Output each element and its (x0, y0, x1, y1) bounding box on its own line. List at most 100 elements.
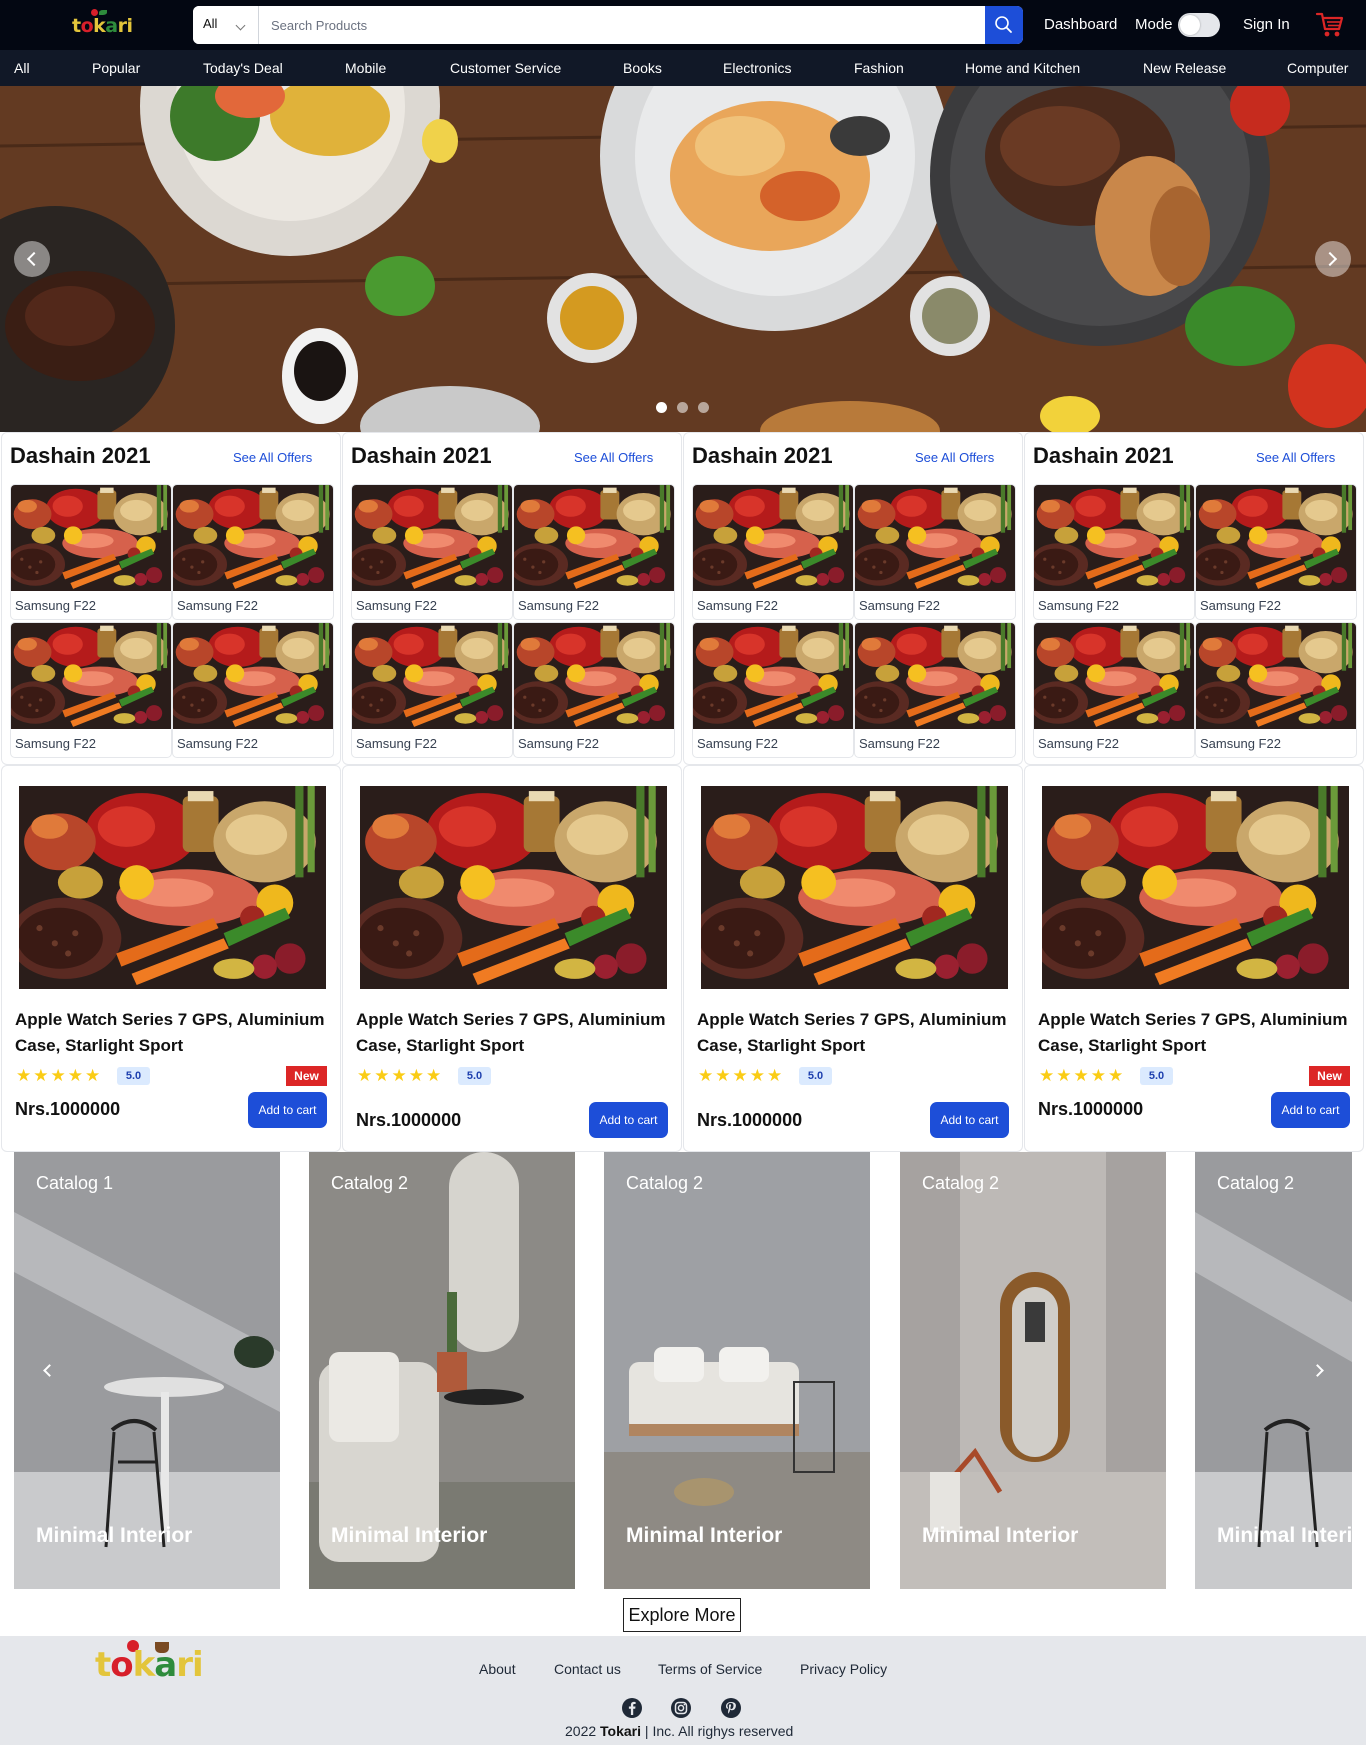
search-bar: All (193, 6, 1023, 44)
tile-caption: Samsung F22 (697, 598, 778, 613)
copyright-year: 2022 (565, 1723, 597, 1739)
offer-tile[interactable]: Samsung F22 (854, 484, 1016, 620)
nav-item-new-release[interactable]: New Release (1143, 50, 1226, 86)
tile-image (352, 485, 512, 591)
nav-item-books[interactable]: Books (623, 50, 662, 86)
copyright-text: 2022 Tokari | Inc. All righys reserved (565, 1723, 793, 1739)
offer-tile[interactable]: Samsung F22 (513, 622, 675, 758)
see-all-offers-link[interactable]: See All Offers (233, 450, 312, 465)
nav-item-electronics[interactable]: Electronics (723, 50, 791, 86)
catalog-prev-button[interactable] (38, 1361, 58, 1381)
nav-item-customer-service[interactable]: Customer Service (450, 50, 561, 86)
star-rating-icon: ★★★★★ (1039, 1066, 1126, 1085)
footer-link-terms[interactable]: Terms of Service (658, 1661, 762, 1677)
tile-image (11, 623, 171, 729)
hero-dot-1[interactable] (656, 402, 667, 413)
catalog-card-2[interactable]: Catalog 2 Minimal Interior (309, 1152, 575, 1589)
nav-item-all[interactable]: All (14, 50, 30, 86)
rating-badge: 5.0 (799, 1067, 832, 1085)
product-price: Nrs.1000000 (356, 1110, 462, 1130)
rating-badge: 5.0 (458, 1067, 491, 1085)
offer-tile[interactable]: Samsung F22 (351, 622, 513, 758)
offer-tile[interactable]: Samsung F22 (692, 484, 854, 620)
see-all-offers-link[interactable]: See All Offers (1256, 450, 1335, 465)
chevron-right-icon (1322, 251, 1338, 267)
catalog-caption: Minimal Interior (626, 1524, 783, 1547)
catalog-next-button[interactable] (1310, 1361, 1330, 1381)
tile-image (1034, 623, 1194, 729)
mode-toggle[interactable] (1178, 13, 1220, 37)
offer-box-3: Dashain 2021 See All Offers Samsung F22 … (683, 432, 1023, 765)
tile-image (173, 485, 333, 591)
search-button[interactable] (985, 6, 1023, 44)
product-image (701, 786, 1008, 989)
tile-image (1196, 623, 1356, 729)
see-all-offers-link[interactable]: See All Offers (574, 450, 653, 465)
hero-dot-3[interactable] (698, 402, 709, 413)
search-category-select[interactable]: All (193, 6, 259, 44)
mode-label: Mode (1135, 16, 1173, 33)
hero-next-button[interactable] (1315, 241, 1351, 277)
offer-tile[interactable]: Samsung F22 (1195, 622, 1357, 758)
offer-tile[interactable]: Samsung F22 (692, 622, 854, 758)
catalog-caption: Minimal Interior (922, 1524, 1079, 1547)
add-to-cart-button[interactable]: Add to cart (248, 1092, 327, 1128)
cart-button[interactable] (1315, 11, 1345, 39)
offer-tile[interactable]: Samsung F22 (10, 622, 172, 758)
tile-image (352, 623, 512, 729)
add-to-cart-button[interactable]: Add to cart (930, 1102, 1009, 1138)
tile-caption: Samsung F22 (1038, 736, 1119, 751)
facebook-icon[interactable] (621, 1697, 643, 1719)
offer-tile[interactable]: Samsung F22 (854, 622, 1016, 758)
hero-prev-button[interactable] (14, 241, 50, 277)
nav-item-todays-deal[interactable]: Today's Deal (203, 50, 283, 86)
logo-text: tokari (72, 15, 133, 37)
signin-link[interactable]: Sign In (1243, 0, 1290, 50)
offer-tile[interactable]: Samsung F22 (1033, 484, 1195, 620)
footer-link-contact[interactable]: Contact us (554, 1661, 621, 1677)
footer-link-about[interactable]: About (479, 1661, 516, 1677)
tile-caption: Samsung F22 (15, 598, 96, 613)
instagram-icon[interactable] (670, 1697, 692, 1719)
product-card-3[interactable]: Apple Watch Series 7 GPS, Aluminium Case… (683, 765, 1023, 1152)
add-to-cart-button[interactable]: Add to cart (1271, 1092, 1350, 1128)
footer-logo[interactable]: tokari (95, 1639, 205, 1689)
product-card-4[interactable]: Apple Watch Series 7 GPS, Aluminium Case… (1024, 765, 1364, 1152)
catalog-card-4[interactable]: Catalog 2 Minimal Interior (900, 1152, 1166, 1589)
offer-tile[interactable]: Samsung F22 (10, 484, 172, 620)
offer-title: Dashain 2021 (1033, 443, 1174, 468)
offer-tile[interactable]: Samsung F22 (1195, 484, 1357, 620)
catalog-card-3[interactable]: Catalog 2 Minimal Interior (604, 1152, 870, 1589)
nav-item-mobile[interactable]: Mobile (345, 50, 386, 86)
pinterest-icon[interactable] (720, 1697, 742, 1719)
tile-caption: Samsung F22 (177, 598, 258, 613)
search-input[interactable] (259, 6, 979, 44)
nav-item-popular[interactable]: Popular (92, 50, 140, 86)
add-to-cart-button[interactable]: Add to cart (589, 1102, 668, 1138)
nav-item-home-and-kitchen[interactable]: Home and Kitchen (965, 50, 1080, 86)
top-header: tokari All Dashboard Mode Sign In (0, 0, 1366, 50)
offer-tile[interactable]: Samsung F22 (351, 484, 513, 620)
product-card-2[interactable]: Apple Watch Series 7 GPS, Aluminium Case… (342, 765, 682, 1152)
nav-item-fashion[interactable]: Fashion (854, 50, 904, 86)
star-rating-icon: ★★★★★ (357, 1066, 444, 1085)
nav-item-computer[interactable]: Computer (1287, 50, 1348, 86)
offer-tile[interactable]: Samsung F22 (1033, 622, 1195, 758)
cart-icon (1315, 12, 1344, 37)
product-card-1[interactable]: Apple Watch Series 7 GPS, Aluminium Case… (1, 765, 341, 1152)
catalog-label: Catalog 2 (922, 1173, 1000, 1193)
offer-tile[interactable]: Samsung F22 (172, 622, 334, 758)
footer-link-privacy[interactable]: Privacy Policy (800, 1661, 887, 1677)
see-all-offers-link[interactable]: See All Offers (915, 450, 994, 465)
dashboard-link[interactable]: Dashboard (1044, 0, 1117, 50)
site-logo[interactable]: tokari (72, 9, 133, 41)
tile-image (11, 485, 171, 591)
hero-dot-2[interactable] (677, 402, 688, 413)
product-price: Nrs.1000000 (1038, 1099, 1144, 1119)
offer-tile[interactable]: Samsung F22 (172, 484, 334, 620)
offer-tile[interactable]: Samsung F22 (513, 484, 675, 620)
explore-more-button[interactable]: Explore More (623, 1598, 741, 1632)
catalog-caption: Minimal Interior (331, 1524, 488, 1547)
offer-box-2: Dashain 2021 See All Offers Samsung F22 … (342, 432, 682, 765)
tile-image (173, 623, 333, 729)
